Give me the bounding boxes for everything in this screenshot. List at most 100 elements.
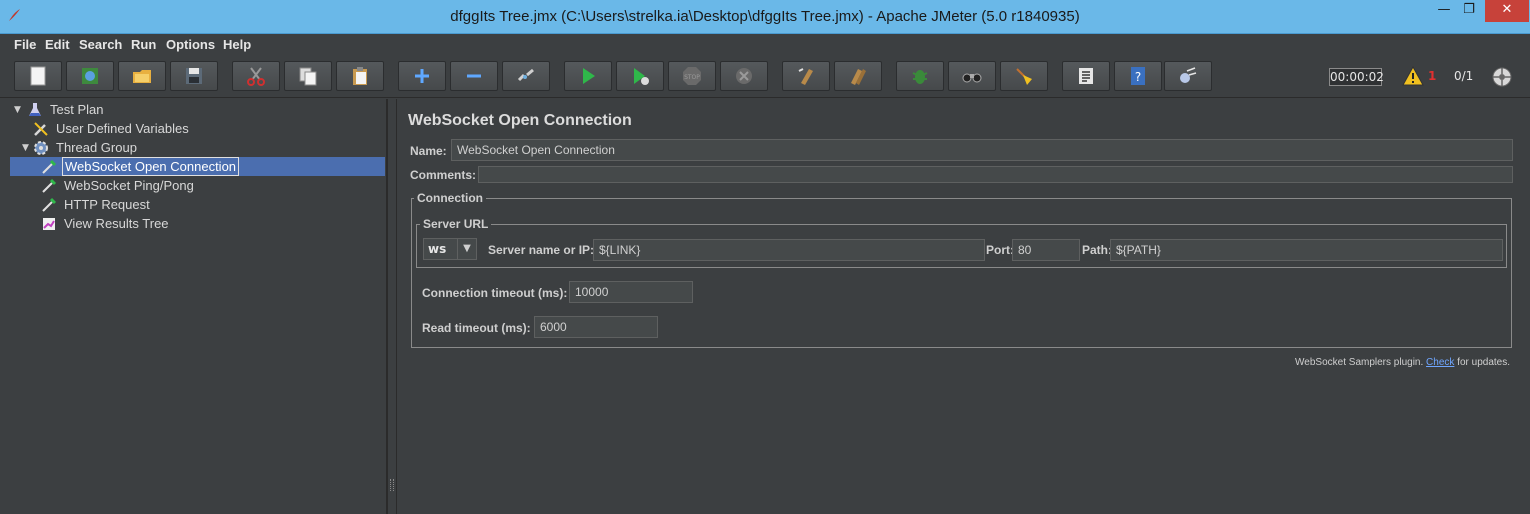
tree-item-websocket-ping-pong[interactable]: WebSocket Ping/Pong (40, 176, 196, 195)
clear-icon (798, 68, 813, 85)
menu-edit[interactable]: Edit (45, 37, 70, 52)
tree-item-user-defined-variables[interactable]: User Defined Variables (32, 119, 191, 138)
tree-item-view-results-tree[interactable]: View Results Tree (40, 214, 171, 233)
tree-item-label: User Defined Variables (56, 121, 189, 136)
pane-splitter[interactable] (387, 99, 397, 514)
pipette-icon (42, 159, 57, 174)
templates-button[interactable] (66, 61, 114, 91)
connection-timeout-field[interactable]: 10000 (569, 281, 693, 303)
path-label: Path: (1082, 243, 1112, 257)
tree-item-label: Thread Group (56, 140, 137, 155)
comments-label: Comments: (410, 168, 477, 182)
pipette-icon (42, 178, 57, 193)
server-field[interactable]: ${LINK} (593, 239, 985, 261)
read-timeout-field[interactable]: 6000 (534, 316, 658, 338)
open-button[interactable] (118, 61, 166, 91)
window-title: dfggIts Tree.jmx (C:\Users\strelka.ia\De… (450, 8, 1080, 25)
collapse-all-button[interactable] (450, 61, 498, 91)
search-button[interactable] (948, 61, 996, 91)
expand-icon (415, 69, 429, 83)
splitter-grip[interactable] (390, 479, 394, 491)
maximize-button[interactable]: ❐ (1455, 0, 1483, 22)
help-button[interactable]: ? (1114, 61, 1162, 91)
check-updates-link[interactable]: Check (1426, 357, 1454, 368)
footer-prefix: WebSocket Samplers plugin. (1295, 357, 1427, 368)
new-icon (30, 66, 46, 86)
tree-item-websocket-open-connection[interactable]: WebSocket Open Connection (10, 157, 385, 176)
path-field[interactable]: ${PATH} (1110, 239, 1503, 261)
flask-icon (29, 102, 41, 116)
broom-icon (1016, 68, 1032, 85)
warning-icon[interactable] (1402, 66, 1424, 86)
test-plan-tree: ▼ Test Plan User Defined Variables ▼ Thr… (8, 99, 387, 514)
chevron-down-icon[interactable]: ▼ (458, 239, 476, 259)
port-field[interactable]: 80 (1012, 239, 1080, 261)
templates-icon (82, 68, 98, 84)
menu-file[interactable]: File (14, 37, 36, 52)
tree-item-http-request[interactable]: HTTP Request (40, 195, 152, 214)
server-url-group-title: Server URL (420, 217, 492, 231)
wrench-icon (34, 121, 48, 136)
toggle-button[interactable] (502, 61, 550, 91)
sampler-config-panel: WebSocket Open Connection Name: WebSocke… (398, 99, 1530, 514)
log-viewer-button[interactable] (1062, 61, 1110, 91)
reset-search-button[interactable] (1000, 61, 1048, 91)
help-icon: ? (1131, 67, 1145, 85)
expand-all-button[interactable] (398, 61, 446, 91)
name-label: Name: (410, 144, 447, 158)
log-viewer-icon (1079, 68, 1093, 84)
menu-help[interactable]: Help (223, 37, 251, 52)
tree-item-thread-group[interactable]: Thread Group (32, 138, 139, 157)
menu-bar: File Edit Search Run Options Help (0, 34, 1530, 54)
tree-item-label: HTTP Request (64, 197, 150, 212)
panel-title: WebSocket Open Connection (408, 112, 632, 129)
menu-run[interactable]: Run (131, 37, 156, 52)
cut-icon (247, 67, 265, 86)
connection-group-title: Connection (414, 191, 486, 205)
expand-toggle-thread-group[interactable]: ▼ (22, 143, 32, 153)
globe-icon[interactable] (1491, 66, 1513, 88)
svg-text:?: ? (1135, 70, 1141, 84)
pipette-icon (42, 197, 57, 212)
remote-button[interactable] (1164, 61, 1212, 91)
scheme-select[interactable]: ws ▼ (423, 238, 477, 260)
stop-icon: STOP (683, 67, 701, 85)
start-no-pauses-button[interactable] (616, 61, 664, 91)
cut-button[interactable] (232, 61, 280, 91)
menu-options[interactable]: Options (166, 37, 215, 52)
scheme-value: ws (424, 239, 458, 259)
new-button[interactable] (14, 61, 62, 91)
name-field[interactable]: WebSocket Open Connection (451, 139, 1513, 161)
save-icon (186, 68, 202, 84)
svg-text:STOP: STOP (684, 74, 700, 81)
binoculars-icon (962, 73, 982, 83)
paste-icon (353, 67, 367, 85)
shutdown-button[interactable] (720, 61, 768, 91)
open-icon (133, 70, 151, 83)
start-button[interactable] (564, 61, 612, 91)
paste-button[interactable] (336, 61, 384, 91)
connection-timeout-label: Connection timeout (ms): (422, 286, 568, 300)
comments-field[interactable] (478, 166, 1513, 183)
close-button[interactable]: ✕ (1485, 0, 1529, 22)
tree-item-label: View Results Tree (64, 216, 169, 231)
clear-all-button[interactable] (834, 61, 882, 91)
function-helper-icon (912, 70, 928, 84)
stop-button[interactable]: STOP (668, 61, 716, 91)
copy-button[interactable] (284, 61, 332, 91)
collapse-icon (467, 74, 481, 78)
save-button[interactable] (170, 61, 218, 91)
function-helper-button[interactable] (896, 61, 944, 91)
tree-item-label: Test Plan (50, 102, 104, 117)
clear-button[interactable] (782, 61, 830, 91)
title-bar: dfggIts Tree.jmx (C:\Users\strelka.ia\De… (0, 0, 1530, 34)
remote-icon (1180, 67, 1197, 83)
chart-icon (43, 217, 55, 230)
tree-item-test-plan[interactable]: Test Plan (26, 100, 105, 119)
read-timeout-label: Read timeout (ms): (422, 321, 531, 335)
shutdown-icon (736, 68, 752, 84)
gear-icon (34, 140, 48, 155)
menu-search[interactable]: Search (79, 37, 122, 52)
clear-all-icon (851, 69, 866, 85)
expand-toggle-test-plan[interactable]: ▼ (14, 105, 24, 115)
